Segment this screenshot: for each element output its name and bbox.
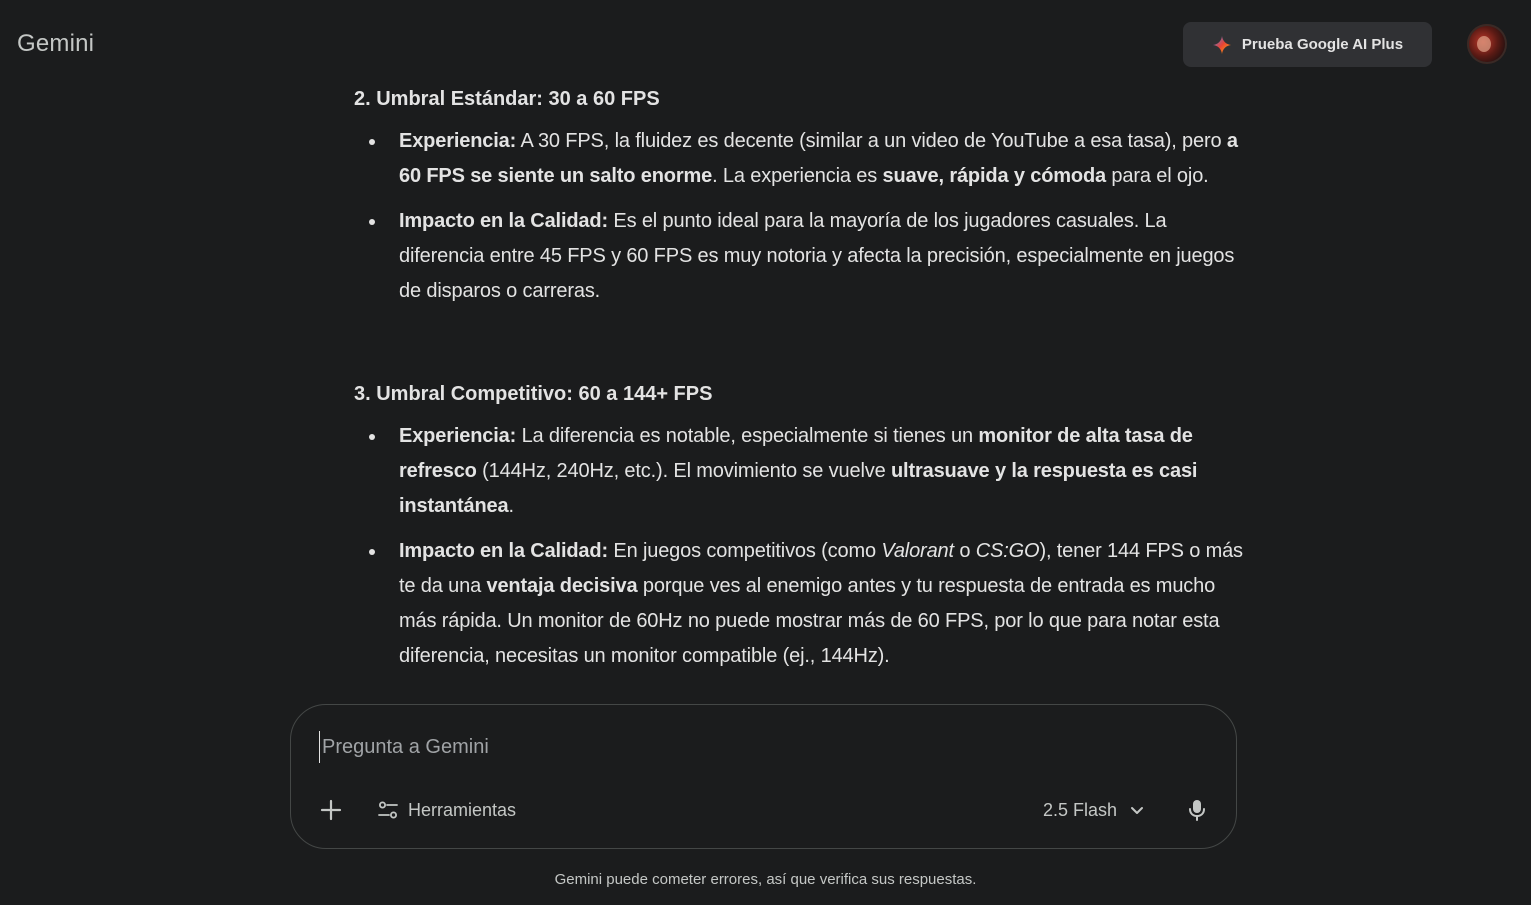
text-segment: . [508, 495, 515, 517]
upgrade-label: Prueba Google AI Plus [1241, 36, 1404, 53]
italic-text-segment: CS:GO [975, 540, 1040, 562]
text-segment: . La experiencia es [712, 165, 883, 187]
model-label: 2.5 Flash [1043, 799, 1118, 820]
list-item: Experiencia: La diferencia es notable, e… [354, 419, 1244, 524]
prompt-composer: Herramientas 2.5 Flash [290, 704, 1237, 849]
bullet-list-competitive: Experiencia: La diferencia es notable, e… [354, 419, 1244, 674]
tools-sliders-icon [378, 801, 398, 819]
microphone-icon[interactable] [1184, 797, 1210, 823]
list-item: Impacto en la Calidad: En juegos competi… [354, 534, 1244, 674]
tools-button[interactable]: Herramientas [377, 794, 516, 826]
bullet-list-standard: Experiencia: A 30 FPS, la fluidez es dec… [354, 124, 1244, 309]
bold-text-segment: Impacto en la Calidad: [399, 210, 608, 232]
list-item: Impacto en la Calidad: Es el punto ideal… [354, 204, 1244, 309]
response-content: 2. Umbral Estándar: 30 a 60 FPS Experien… [354, 80, 1244, 692]
section-heading-competitive: 3. Umbral Competitivo: 60 a 144+ FPS [354, 383, 713, 405]
sparkle-icon [1212, 35, 1231, 54]
text-segment: La diferencia es notable, especialmente … [516, 425, 979, 447]
text-segment: En juegos competitivos (como [607, 540, 882, 562]
upgrade-button[interactable]: Prueba Google AI Plus [1183, 22, 1432, 67]
text-segment: (144Hz, 240Hz, etc.). El movimiento se v… [476, 460, 891, 482]
bold-text-segment: ventaja decisiva [486, 575, 638, 597]
account-avatar[interactable] [1467, 24, 1507, 64]
bold-text-segment: Experiencia: [399, 425, 517, 447]
gemini-logo[interactable]: Gemini [17, 30, 94, 58]
text-segment: A 30 FPS, la fluidez es decente (similar… [516, 130, 1227, 152]
section-heading-standard: 2. Umbral Estándar: 30 a 60 FPS [354, 88, 660, 110]
text-segment: para el ojo. [1106, 165, 1209, 187]
tools-label: Herramientas [408, 799, 517, 820]
bold-text-segment: Impacto en la Calidad: [399, 540, 608, 562]
text-segment: o [953, 540, 976, 562]
bold-text-segment: suave, rápida y cómoda [882, 165, 1107, 187]
italic-text-segment: Valorant [881, 540, 954, 562]
list-item: Experiencia: A 30 FPS, la fluidez es dec… [354, 124, 1244, 194]
prompt-input[interactable] [319, 731, 1204, 763]
model-selector[interactable]: 2.5 Flash [1043, 794, 1145, 826]
plus-icon[interactable] [317, 796, 345, 824]
chevron-down-icon [1131, 807, 1144, 814]
top-bar: Gemini Prueba Google AI Plus [0, 0, 1531, 88]
bold-text-segment: Experiencia: [399, 130, 517, 152]
disclaimer-text: Gemini puede cometer errores, así que ve… [554, 871, 977, 888]
